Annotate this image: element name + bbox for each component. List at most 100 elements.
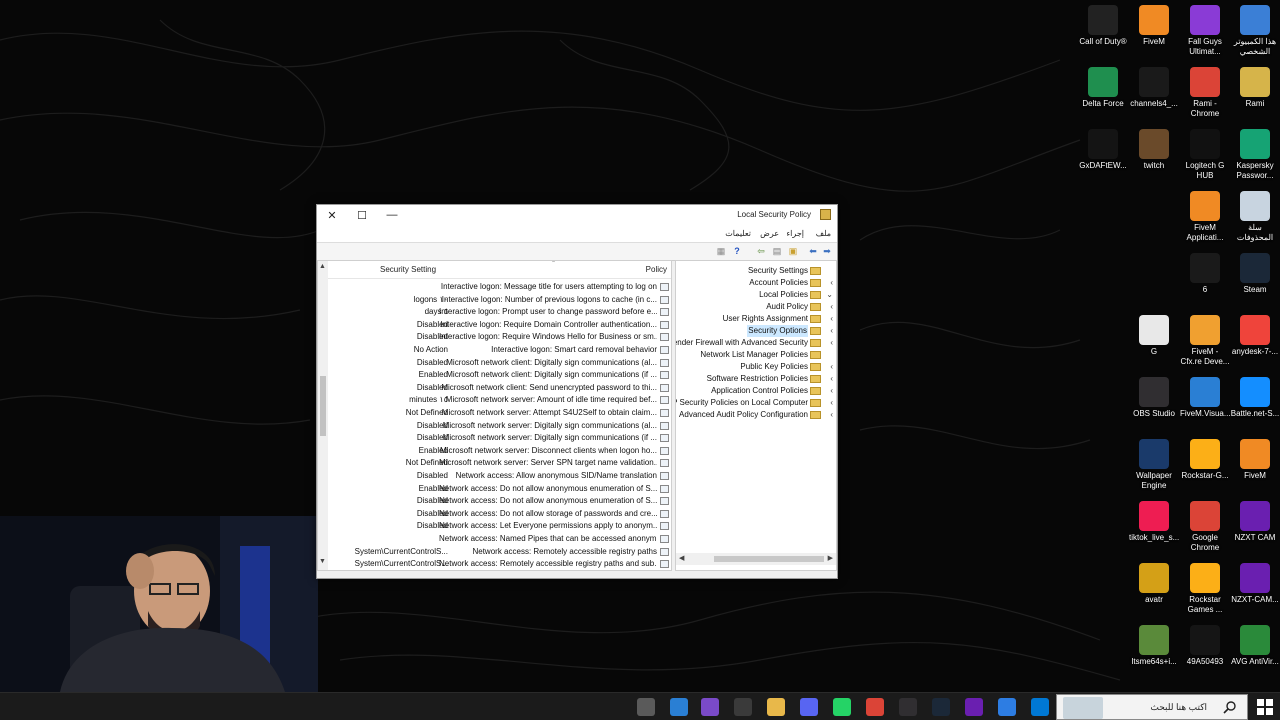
desktop-icon[interactable]: tiktok_live_s... — [1129, 501, 1179, 543]
table-row[interactable]: Disabled Network access: Let Everyone per… — [330, 520, 670, 533]
edge-icon[interactable] — [637, 698, 655, 716]
nzxt-icon[interactable] — [932, 698, 950, 716]
table-row[interactable]: Disabled Interactive logon: Require Windo… — [330, 331, 670, 344]
maximize-button[interactable]: ☐ — [347, 205, 377, 225]
desktop-icon[interactable]: twitch — [1129, 129, 1179, 171]
back-icon[interactable]: ⬅ — [807, 246, 819, 257]
scroll-right-icon[interactable]: ▶ — [828, 554, 833, 562]
expand-chevron-icon[interactable]: ‹ — [830, 313, 833, 325]
table-row[interactable]: days ٥ Interactive logon: Prompt user to … — [330, 306, 670, 319]
horizontal-scrollbar[interactable]: ◀ ▶ — [676, 553, 836, 565]
expand-chevron-icon[interactable]: ‹ — [830, 409, 833, 421]
desktop-icon[interactable]: FiveM - Cfx.re Deve... — [1180, 315, 1230, 367]
menu-help[interactable]: تعليمات — [725, 229, 751, 238]
copilot-icon[interactable] — [670, 698, 688, 716]
table-row[interactable]: No Action Interactive logon: Smart card r… — [330, 344, 670, 357]
desktop-icon[interactable]: 49A50493 — [1180, 625, 1230, 667]
menu-view[interactable]: عرض — [760, 229, 779, 238]
tree-item[interactable]: Network List Manager Policies — [676, 349, 836, 361]
desktop-icon[interactable]: avatr — [1129, 563, 1179, 605]
close-button[interactable]: ✕ — [317, 205, 347, 225]
expand-chevron-icon[interactable]: ‹ — [830, 361, 833, 373]
table-row[interactable]: Enabled Microsoft network server: Disconn… — [330, 445, 670, 458]
tree-item[interactable]: Windows Defender Firewall with Advanced … — [676, 337, 836, 349]
desktop-icon[interactable]: NZXT CAM — [1230, 501, 1280, 543]
desktop-icon[interactable]: Kaspersky Passwor... — [1230, 129, 1280, 181]
desktop-icon[interactable]: channels4_... — [1129, 67, 1179, 109]
desktop-icon[interactable]: سلة المحذوفات — [1230, 191, 1280, 243]
scroll-down-icon[interactable]: ▼ — [319, 558, 326, 565]
vertical-scrollbar[interactable]: ▲ ▼ — [318, 261, 328, 570]
table-row[interactable]: System\CurrentControlS... Network access:… — [330, 546, 670, 559]
expand-chevron-icon[interactable]: ‹ — [830, 373, 833, 385]
desktop-icon[interactable]: Rockstar Games ... — [1180, 563, 1230, 615]
column-security-setting[interactable]: Security Setting — [380, 265, 436, 274]
scroll-left-icon[interactable]: ◀ — [679, 554, 684, 562]
tree-item[interactable]: Public Key Policies ‹ — [676, 361, 836, 373]
table-row[interactable]: Enabled Network access: Do not allow anon… — [330, 483, 670, 496]
desktop-icon[interactable]: Battle.net-S... — [1230, 377, 1280, 419]
scroll-up-icon[interactable]: ▲ — [319, 263, 326, 270]
fivem-icon[interactable] — [965, 698, 983, 716]
tree-item[interactable]: Account Policies ‹ — [676, 277, 836, 289]
desktop-icon[interactable]: AVG AntiVir... — [1230, 625, 1280, 667]
tree-item[interactable]: Advanced Audit Policy Configuration ‹ — [676, 409, 836, 421]
minimize-button[interactable]: — — [377, 205, 407, 225]
desktop-icon[interactable]: Steam — [1230, 253, 1280, 295]
table-row[interactable]: minutes ١٥ Microsoft network server: Amou… — [330, 394, 670, 407]
table-row[interactable]: Not Defined Microsoft network server: Att… — [330, 407, 670, 420]
expand-chevron-icon[interactable]: ‹ — [830, 397, 833, 409]
tree-item[interactable]: Security Settings — [676, 265, 836, 277]
table-row[interactable]: Enabled Microsoft network client: Digital… — [330, 369, 670, 382]
table-row[interactable]: Disabled Interactive logon: Require Domai… — [330, 319, 670, 332]
discord-icon[interactable] — [767, 698, 785, 716]
table-row[interactable]: System\CurrentControlS... Network access:… — [330, 558, 670, 570]
desktop-icon[interactable]: Rockstar-G... — [1180, 439, 1230, 481]
expand-chevron-icon[interactable]: ‹ — [830, 301, 833, 313]
desktop-icon[interactable]: Delta Force — [1078, 67, 1128, 109]
expand-chevron-icon[interactable]: ‹ — [830, 325, 833, 337]
tree-item[interactable]: IP Security Policies on Local Computer ‹ — [676, 397, 836, 409]
desktop-icon[interactable]: Rami — [1230, 67, 1280, 109]
desktop-icon[interactable]: هذا الكمبيوتر الشخصي — [1230, 5, 1280, 57]
expand-chevron-icon[interactable]: ‹ — [830, 385, 833, 397]
menu-file[interactable]: ملف — [816, 229, 831, 238]
desktop-icon[interactable]: FiveM.Visua... — [1180, 377, 1230, 419]
desktop-icon[interactable]: G — [1129, 315, 1179, 357]
chrome-icon[interactable] — [833, 698, 851, 716]
table-row[interactable]: Disabled Network access: Allow anonymous … — [330, 470, 670, 483]
menu-action[interactable]: إجراء — [786, 229, 804, 238]
task-view-icon[interactable] — [1031, 698, 1049, 716]
expand-chevron-icon[interactable]: ⌄ — [826, 289, 833, 301]
desktop-icon[interactable]: OBS Studio — [1129, 377, 1179, 419]
store-icon[interactable] — [701, 698, 719, 716]
whatsapp-icon[interactable] — [800, 698, 818, 716]
desktop-icon[interactable]: 6 — [1180, 253, 1230, 295]
table-row[interactable]: Disabled Network access: Do not allow ano… — [330, 495, 670, 508]
desktop-icon[interactable]: FiveM Applicati... — [1180, 191, 1230, 243]
tree-item[interactable]: User Rights Assignment ‹ — [676, 313, 836, 325]
desktop-icon[interactable]: NZXT-CAM... — [1230, 563, 1280, 605]
table-row[interactable]: Disabled Microsoft network server: Digita… — [330, 432, 670, 445]
column-policy[interactable]: Policy — [646, 265, 667, 274]
scroll-thumb[interactable] — [714, 556, 824, 562]
desktop-icon[interactable]: Call of Duty® — [1078, 5, 1128, 47]
table-row[interactable]: Not Defined Microsoft network server: Ser… — [330, 457, 670, 470]
desktop-icon[interactable]: Rami - Chrome — [1180, 67, 1230, 119]
table-row[interactable]: Disabled Network access: Do not allow sto… — [330, 508, 670, 521]
taskbar-search-box[interactable]: اكتب هنا للبحث — [1056, 694, 1248, 720]
expand-chevron-icon[interactable]: ‹ — [830, 277, 833, 289]
steam-icon[interactable] — [899, 698, 917, 716]
export-list-icon[interactable]: ⇦ — [755, 246, 767, 257]
expand-chevron-icon[interactable]: ‹ — [830, 337, 833, 349]
table-row[interactable]: Network access: Named Pipes that can be … — [330, 533, 670, 546]
desktop-icon[interactable]: FiveM — [1129, 5, 1179, 47]
help-icon[interactable]: ? — [731, 246, 743, 257]
table-row[interactable]: Disabled Microsoft network server: Digita… — [330, 420, 670, 433]
obs-icon[interactable] — [866, 698, 884, 716]
desktop-icon[interactable]: Google Chrome — [1180, 501, 1230, 553]
show-hide-tree-icon[interactable]: ▤ — [771, 246, 783, 257]
desktop-icon[interactable]: Fall Guys Ultimat... — [1180, 5, 1230, 57]
tree-item[interactable]: Software Restriction Policies ‹ — [676, 373, 836, 385]
desktop-icon[interactable]: FiveM — [1230, 439, 1280, 481]
